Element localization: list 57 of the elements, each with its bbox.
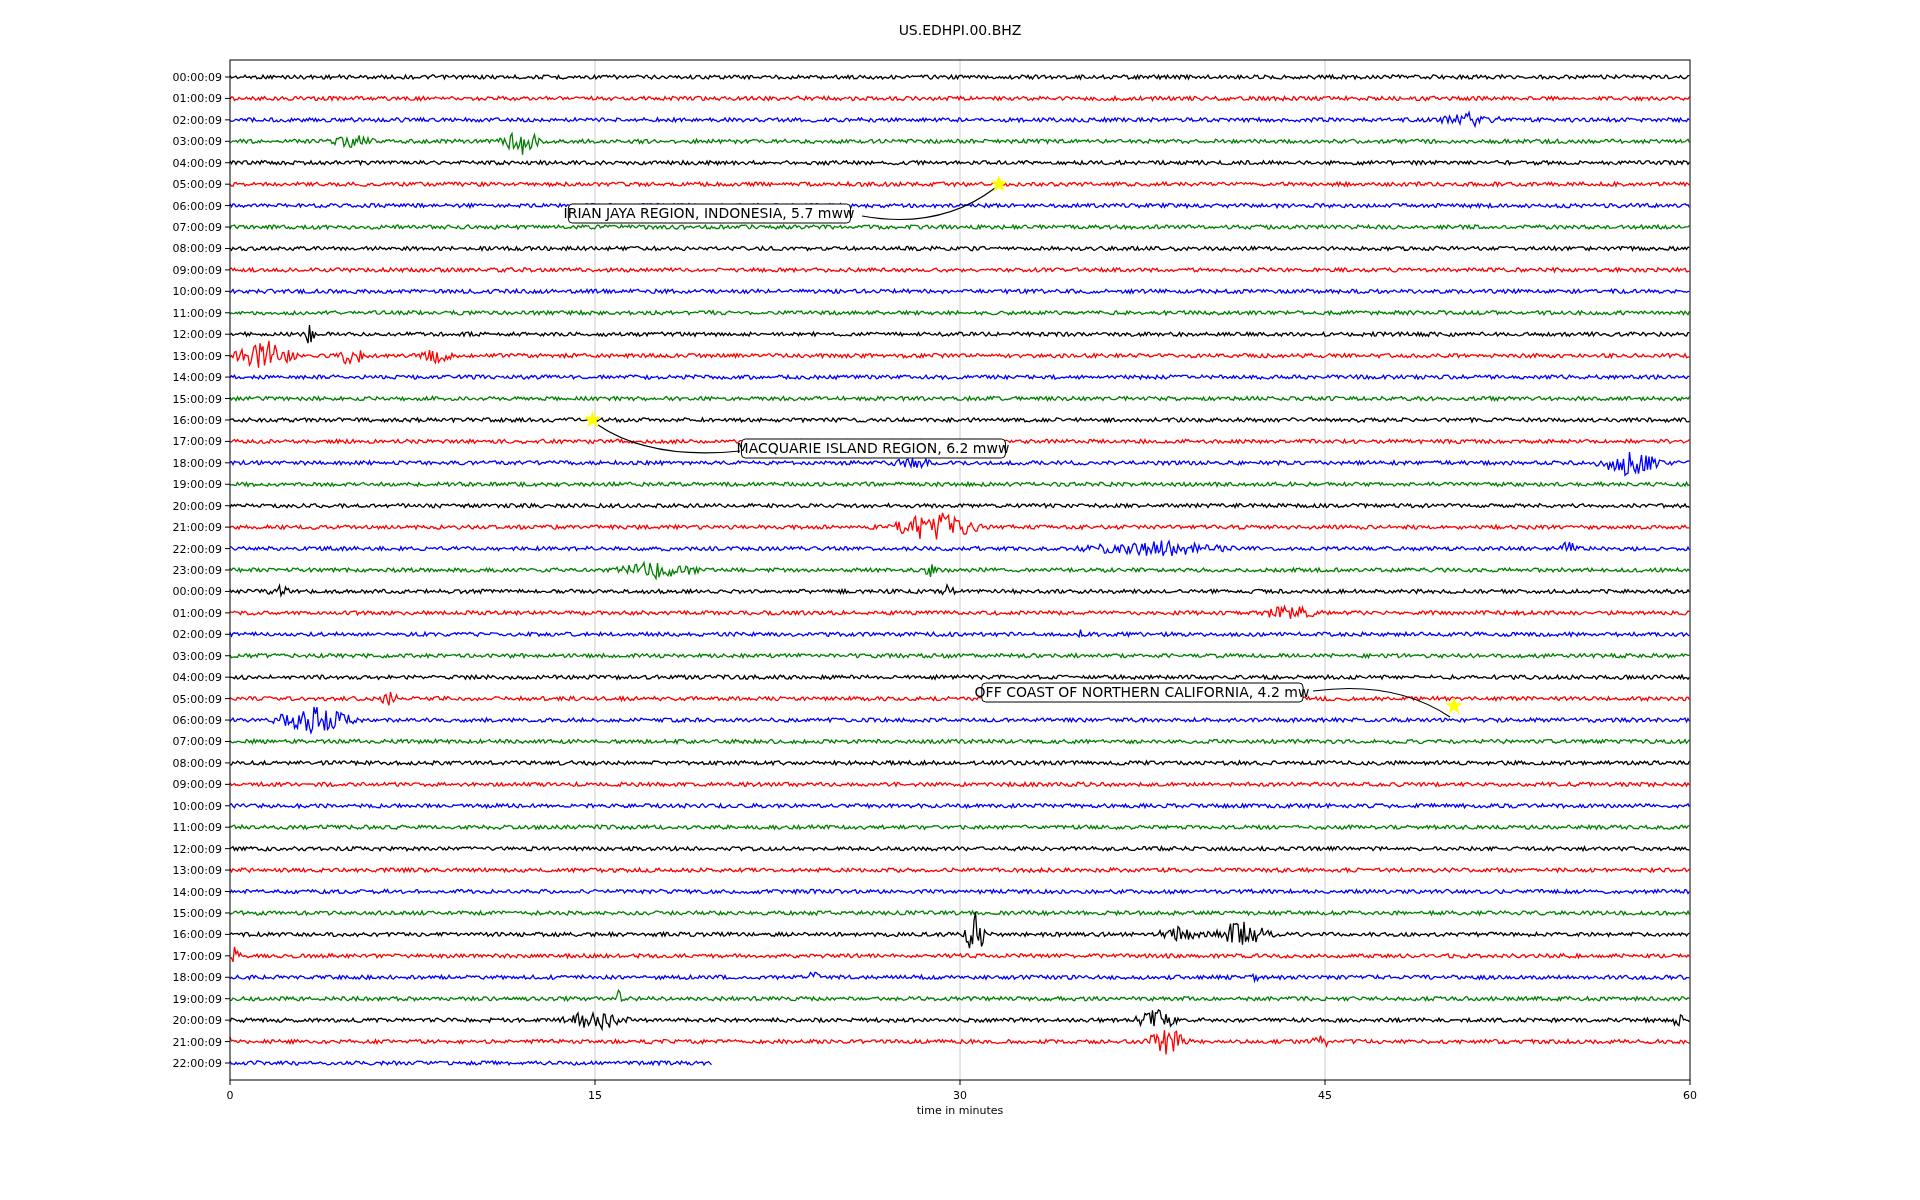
chart-title: US.EDHPI.00.BHZ [898, 22, 1022, 38]
time-label: 09:00:09 [172, 263, 222, 277]
time-label: 06:00:09 [172, 199, 222, 213]
time-label: 11:00:09 [172, 821, 222, 835]
time-label: 02:00:09 [172, 628, 222, 642]
time-label: 21:00:09 [172, 521, 222, 535]
time-label: 21:00:09 [172, 1035, 222, 1049]
time-label: 09:00:09 [172, 778, 222, 792]
time-label: 23:00:09 [172, 564, 222, 577]
star-icon [1445, 697, 1463, 714]
time-label: 19:00:09 [172, 478, 222, 492]
time-label: 11:00:09 [172, 306, 222, 320]
time-label: 14:00:09 [172, 371, 222, 385]
time-label: 16:00:09 [172, 413, 222, 427]
time-label: 19:00:09 [172, 992, 222, 1006]
time-label: 16:00:09 [172, 928, 222, 942]
time-label: 10:00:09 [172, 285, 222, 299]
time-label: 03:00:09 [172, 135, 222, 149]
x-tick-label: 60 [1683, 1089, 1697, 1102]
time-label: 10:00:09 [172, 799, 222, 813]
time-label: 03:00:09 [172, 649, 222, 663]
time-label: 07:00:09 [172, 735, 222, 749]
time-label: 12:00:09 [172, 328, 222, 342]
time-label: 20:00:09 [172, 499, 222, 513]
x-tick-label: 45 [1318, 1089, 1332, 1102]
time-label: 00:00:09 [172, 585, 222, 599]
x-tick-label: 0 [226, 1089, 234, 1102]
time-label: 05:00:09 [172, 692, 222, 706]
star-icon [584, 411, 601, 428]
time-label: 06:00:09 [172, 714, 222, 728]
time-label: 12:00:09 [172, 842, 222, 856]
time-label: 20:00:09 [172, 1014, 222, 1028]
time-label: 00:00:09 [172, 71, 222, 84]
x-axis-label: time in minutes [916, 1104, 1004, 1117]
time-label: 01:00:09 [172, 606, 222, 620]
star-icon [990, 175, 1008, 192]
time-label: 01:00:09 [172, 92, 222, 106]
time-label: 17:00:09 [172, 949, 222, 963]
x-tick-label: 15 [588, 1089, 602, 1102]
time-label: 08:00:09 [172, 242, 222, 256]
time-label: 14:00:09 [172, 885, 222, 899]
time-label: 04:00:09 [172, 156, 222, 170]
x-tick-label: 30 [953, 1089, 967, 1102]
time-label: 05:00:09 [172, 178, 222, 192]
time-label: 15:00:09 [172, 906, 222, 920]
time-label: 22:00:09 [172, 542, 222, 556]
time-label: 17:00:09 [172, 435, 222, 449]
time-label: 13:00:09 [172, 864, 222, 878]
time-label: 08:00:09 [172, 756, 222, 770]
time-label: 15:00:09 [172, 392, 222, 406]
time-label: 04:00:09 [172, 671, 222, 685]
time-label: 07:00:09 [172, 221, 222, 235]
time-label: 22:00:09 [172, 1057, 222, 1070]
time-label: 18:00:09 [172, 971, 222, 985]
time-label: 18:00:09 [172, 456, 222, 470]
time-label: 02:00:09 [172, 113, 222, 127]
time-label: 13:00:09 [172, 349, 222, 363]
